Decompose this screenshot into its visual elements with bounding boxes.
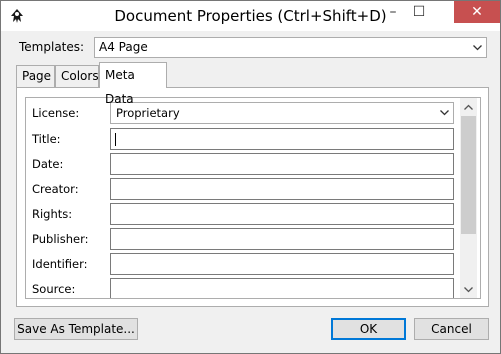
source-field[interactable] bbox=[110, 278, 454, 298]
creator-label: Creator: bbox=[32, 182, 79, 196]
minimize-button[interactable]: – bbox=[380, 1, 406, 23]
source-label: Source: bbox=[32, 282, 76, 296]
title-bar[interactable]: Document Properties (Ctrl+Shift+D) – ☐ ✕ bbox=[1, 1, 500, 31]
metadata-scroll-area: License: Proprietary Title: Date: Creato… bbox=[25, 97, 481, 299]
tab-colors[interactable]: Colors bbox=[55, 65, 99, 87]
chevron-down-icon[interactable] bbox=[436, 103, 453, 123]
license-label: License: bbox=[32, 106, 80, 120]
tab-meta-data[interactable]: Meta Data bbox=[99, 62, 167, 106]
scroll-down-icon[interactable] bbox=[460, 281, 477, 298]
document-properties-dialog: Document Properties (Ctrl+Shift+D) – ☐ ✕… bbox=[0, 0, 501, 354]
scroll-up-icon[interactable] bbox=[460, 98, 477, 115]
identifier-label: Identifier: bbox=[32, 257, 88, 271]
title-field[interactable] bbox=[110, 128, 454, 150]
title-label: Title: bbox=[32, 132, 61, 146]
close-button[interactable]: ✕ bbox=[454, 1, 500, 23]
chevron-down-icon[interactable] bbox=[469, 38, 486, 57]
rights-label: Rights: bbox=[32, 207, 73, 221]
identifier-field[interactable] bbox=[110, 253, 454, 275]
vertical-scrollbar[interactable] bbox=[460, 98, 477, 298]
templates-value: A4 Page bbox=[99, 40, 148, 54]
creator-field[interactable] bbox=[110, 178, 454, 200]
publisher-field[interactable] bbox=[110, 228, 454, 250]
ok-button[interactable]: OK bbox=[331, 318, 406, 340]
publisher-label: Publisher: bbox=[32, 232, 89, 246]
cancel-button[interactable]: Cancel bbox=[414, 318, 489, 340]
text-caret bbox=[115, 133, 116, 146]
rights-field[interactable] bbox=[110, 203, 454, 225]
date-field[interactable] bbox=[110, 153, 454, 175]
tab-page[interactable]: Page bbox=[16, 65, 55, 87]
date-label: Date: bbox=[32, 157, 64, 171]
save-as-template-button[interactable]: Save As Template... bbox=[14, 318, 138, 340]
maximize-button[interactable]: ☐ bbox=[406, 1, 432, 23]
meta-data-panel: License: Proprietary Title: Date: Creato… bbox=[16, 87, 489, 307]
scrollbar-thumb[interactable] bbox=[461, 116, 476, 234]
templates-label: Templates: bbox=[19, 40, 85, 54]
license-dropdown[interactable]: Proprietary bbox=[110, 102, 454, 124]
templates-dropdown[interactable]: A4 Page bbox=[94, 37, 487, 58]
